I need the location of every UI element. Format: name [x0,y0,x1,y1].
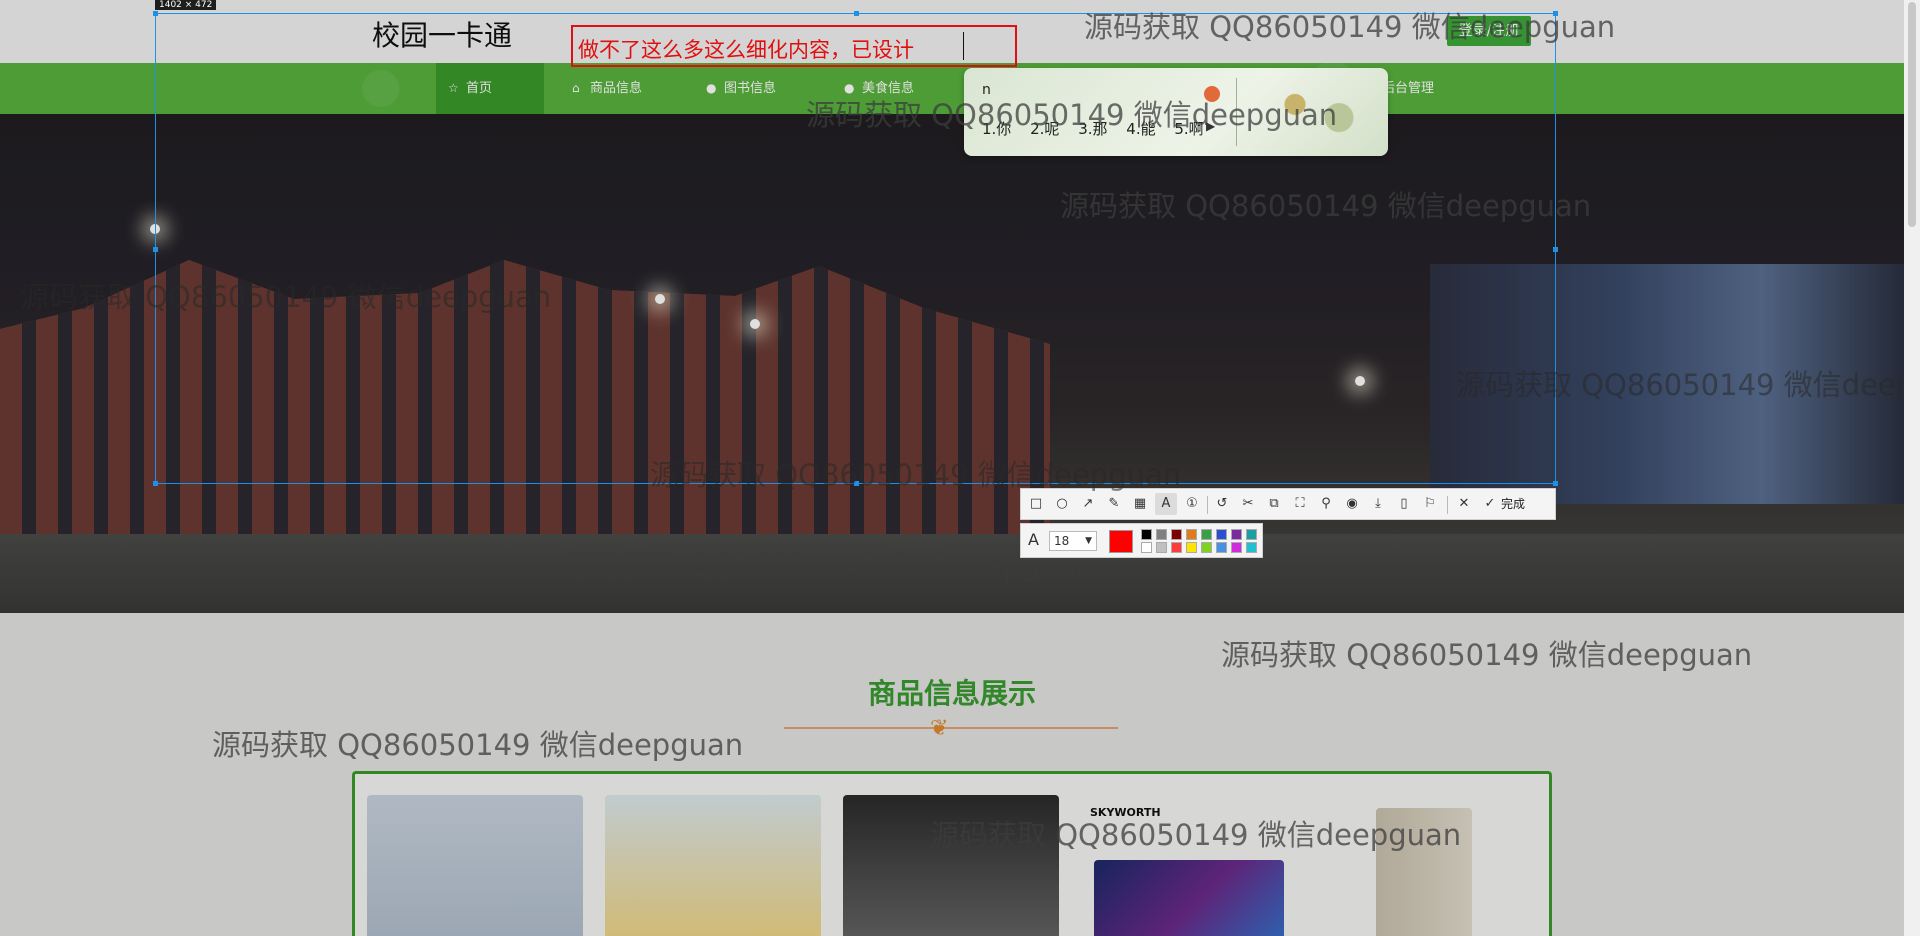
goods-card-tv[interactable] [1094,860,1284,936]
undo-icon[interactable]: ↺ [1211,493,1233,515]
resize-handle[interactable] [1553,481,1558,486]
color-swatch[interactable] [1141,529,1152,540]
color-swatch[interactable] [1231,542,1242,553]
resize-handle[interactable] [153,247,158,252]
scrollbar-thumb[interactable] [1908,2,1916,227]
color-swatch[interactable] [1246,542,1257,553]
text-options-toolbar: A 18 ▼ [1020,523,1263,558]
color-swatch[interactable] [1201,529,1212,540]
copy-icon[interactable]: ⧉ [1263,493,1285,515]
selection-size-label: 1402 × 472 [155,0,217,10]
chevron-down-icon: ▼ [1085,536,1092,546]
toolbar-separator [1207,496,1208,514]
bookmark-icon[interactable]: ⚐ [1419,493,1441,515]
ime-candidate-window: n 1.你 2.呢 3.那 4.能 5.啊 ▶ [964,68,1388,156]
cut-icon[interactable]: ✂ [1237,493,1259,515]
pin-icon[interactable]: ⚲ [1315,493,1337,515]
resize-handle[interactable] [854,481,859,486]
text-caret [963,32,964,60]
ime-candidate[interactable]: 3.那 [1078,120,1107,138]
color-swatch[interactable] [1186,529,1197,540]
ime-divider [1236,78,1237,146]
font-icon: A [1028,530,1039,549]
number-icon[interactable]: ① [1181,493,1203,515]
text-icon[interactable]: A [1155,493,1177,515]
goods-brand-text: SKYWORTH [1090,806,1161,819]
color-swatch[interactable] [1246,529,1257,540]
page-scrollbar[interactable] [1904,0,1920,936]
goods-card-shirt[interactable] [367,795,583,936]
font-size-value: 18 [1054,534,1070,548]
record-icon[interactable]: ◉ [1341,493,1363,515]
color-swatch[interactable] [1216,529,1227,540]
goods-card-fridge[interactable] [1376,808,1472,936]
text-annotation-box[interactable]: 做不了这么多这么细化内容，已设计 [571,25,1017,67]
color-swatch[interactable] [1141,542,1152,553]
arrow-icon[interactable]: ↗ [1077,493,1099,515]
long-screenshot-icon[interactable]: ▯ [1393,493,1415,515]
resize-handle[interactable] [1553,11,1558,16]
resize-handle[interactable] [153,481,158,486]
resize-handle[interactable] [1553,247,1558,252]
rectangle-icon[interactable]: □ [1025,493,1047,515]
section-divider [784,727,1118,729]
font-size-select[interactable]: 18 ▼ [1049,531,1097,551]
color-swatch[interactable] [1231,529,1242,540]
screenshot-toolbar: □ ○ ↗ ✎ ▦ A ① ↺ ✂ ⧉ ⛶ ⚲ ◉ ⤓ ▯ ⚐ ✕ ✓ 完成 [1020,488,1556,520]
goods-card-juice[interactable] [605,795,821,936]
check-icon[interactable]: ✓ [1479,493,1501,515]
toolbar-separator [1447,496,1448,514]
color-swatch[interactable] [1171,529,1182,540]
ime-skin-decoration [1262,78,1372,144]
download-icon[interactable]: ⤓ [1367,493,1389,515]
next-page-arrow-icon[interactable]: ▶ [1206,119,1215,133]
color-swatch[interactable] [1201,542,1212,553]
ime-candidate[interactable]: 5.啊 [1174,120,1203,138]
mosaic-icon[interactable]: ▦ [1129,493,1151,515]
ime-candidate[interactable]: 4.能 [1126,120,1155,138]
road-image [0,534,1904,613]
lotus-icon: ❦ [930,716,949,741]
ime-candidate[interactable]: 1.你 [982,120,1011,138]
ime-candidate[interactable]: 2.呢 [1030,120,1059,138]
text-annotation[interactable]: 做不了这么多这么细化内容，已设计 [578,34,914,64]
ocr-icon[interactable]: ⛶ [1289,493,1311,515]
resize-handle[interactable] [854,11,859,16]
ime-composition: n [982,82,991,98]
pen-icon[interactable]: ✎ [1103,493,1125,515]
ime-logo-icon [1204,86,1220,102]
current-color-swatch[interactable] [1109,530,1133,553]
color-swatch[interactable] [1186,542,1197,553]
ime-candidates: 1.你 2.呢 3.那 4.能 5.啊 [982,118,1218,139]
color-swatch[interactable] [1156,542,1167,553]
color-swatch[interactable] [1156,529,1167,540]
close-icon[interactable]: ✕ [1453,493,1475,515]
ellipse-icon[interactable]: ○ [1051,493,1073,515]
goods-card-shoes[interactable] [843,795,1059,936]
color-swatch[interactable] [1171,542,1182,553]
done-button[interactable]: 完成 [1501,493,1525,515]
section-title: 商品信息展示 [867,677,1036,710]
color-swatch[interactable] [1216,542,1227,553]
resize-handle[interactable] [153,11,158,16]
